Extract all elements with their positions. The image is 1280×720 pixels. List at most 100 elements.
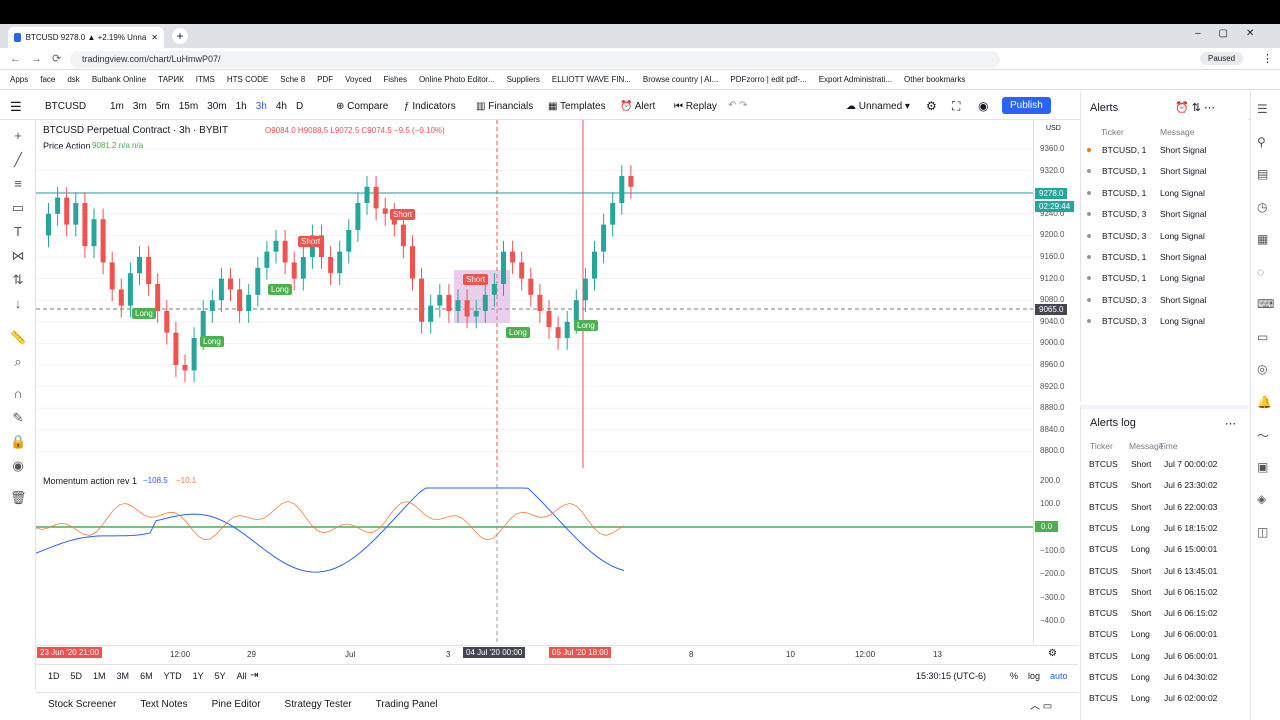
window-controls[interactable]: –▢✕ [1195, 28, 1272, 39]
alert-ticker[interactable]: BTCUSD, 1 [1102, 145, 1146, 155]
range-option[interactable]: All [237, 671, 247, 681]
right-sidebar-icon[interactable]: ◷ [1257, 200, 1267, 214]
right-sidebar-icon[interactable]: 〜 [1257, 427, 1269, 444]
zoom-icon[interactable]: ⌕ [10, 354, 26, 370]
range-selector[interactable]: 1D 5D 1M 3M 6M YTD 1Y 5Y All [48, 671, 247, 681]
bookmark-item[interactable]: Suppliers [507, 75, 540, 84]
interval-option[interactable]: 30m [207, 101, 226, 112]
browser-menu-icon[interactable]: ⋮ [1262, 52, 1273, 65]
bookmark-item[interactable]: dsk [67, 75, 79, 84]
bookmark-item[interactable]: Other bookmarks [904, 75, 965, 84]
right-sidebar-icon[interactable]: ◎ [1257, 362, 1267, 376]
interval-option[interactable]: 1h [236, 101, 247, 112]
bookmark-item[interactable]: PDF [317, 75, 333, 84]
price-chart[interactable] [36, 120, 1033, 468]
close-tab-icon[interactable]: ✕ [151, 33, 158, 42]
new-tab-button[interactable]: + [172, 28, 188, 44]
scale-option[interactable]: % [1010, 671, 1018, 681]
bookmark-item[interactable]: Voyced [345, 75, 371, 84]
alert-ticker[interactable]: BTCUSD, 3 [1102, 231, 1146, 241]
range-option[interactable]: 3M [117, 671, 130, 681]
right-sidebar-icon[interactable]: ◌ [1257, 265, 1264, 279]
right-sidebar-icon[interactable]: ◫ [1257, 525, 1268, 539]
bookmark-item[interactable]: face [40, 75, 55, 84]
add-alert-icon[interactable]: ⏰ ⇅ ⋯ [1175, 101, 1215, 114]
right-sidebar-icon[interactable]: ☰ [1257, 102, 1268, 116]
arrow-down-icon[interactable]: ↓ [10, 296, 26, 312]
interval-option[interactable]: 4h [276, 101, 287, 112]
bottom-tab[interactable]: Trading Panel [376, 699, 438, 710]
bookmark-item[interactable]: HTS CODE [227, 75, 268, 84]
scale-option[interactable]: log [1028, 671, 1040, 681]
publish-button[interactable]: Publish [1002, 97, 1051, 114]
alert-message[interactable]: Long Signal [1160, 316, 1205, 326]
goto-date-icon[interactable]: ⇥ [250, 670, 258, 681]
fib-icon[interactable]: ≡ [10, 176, 26, 192]
financials-button[interactable]: ▥ Financials [476, 101, 533, 112]
pencil-icon[interactable]: ✎ [10, 410, 26, 426]
interval-selector[interactable]: 1m 3m 5m 15m 30m 1h 3h 4h D [110, 101, 303, 112]
bottom-tab[interactable]: Stock Screener [48, 699, 116, 710]
bookmark-item[interactable]: Browse country | AI... [643, 75, 718, 84]
right-sidebar-icon[interactable]: ⌨ [1257, 297, 1274, 311]
scale-option[interactable]: auto [1050, 671, 1068, 681]
text-icon[interactable]: T [10, 224, 26, 240]
settings-icon[interactable]: ⚙ [926, 99, 937, 113]
interval-option[interactable]: 3h [256, 101, 267, 112]
compare-button[interactable]: ⊕ Compare [336, 101, 388, 112]
ruler-icon[interactable]: 📏 [10, 330, 26, 346]
bottom-tabs[interactable]: Stock Screener Text Notes Pine Editor Strat… [48, 699, 438, 710]
templates-button[interactable]: ▦ Templates [548, 101, 606, 112]
right-sidebar-icon[interactable]: ▣ [1257, 460, 1268, 474]
range-option[interactable]: 6M [140, 671, 153, 681]
lock-icon[interactable]: 🔒 [10, 434, 26, 450]
alert-message[interactable]: Short Signal [1160, 295, 1206, 305]
replay-button[interactable]: ⏮ Replay [674, 101, 717, 112]
alert-ticker[interactable]: BTCUSD, 1 [1102, 188, 1146, 198]
range-option[interactable]: 5D [71, 671, 83, 681]
bookmark-item[interactable]: Bulbank Online [92, 75, 146, 84]
trendline-icon[interactable]: ╱ [10, 152, 26, 168]
collapse-panel-icon[interactable]: ︿ ▭ [1030, 697, 1052, 712]
alerts-log-menu-icon[interactable]: ⋯ [1225, 417, 1236, 430]
alert-message[interactable]: Short Signal [1160, 166, 1206, 176]
alert-ticker[interactable]: BTCUSD, 3 [1102, 316, 1146, 326]
browser-tab[interactable]: BTCUSD 9278.0 ▲ +2.19% Unna ✕ [8, 27, 164, 48]
bookmark-item[interactable]: PDFzorro | edit pdf-... [730, 75, 806, 84]
alert-message[interactable]: Short Signal [1160, 145, 1206, 155]
alert-ticker[interactable]: BTCUSD, 1 [1102, 252, 1146, 262]
alert-ticker[interactable]: BTCUSD, 1 [1102, 166, 1146, 176]
alert-message[interactable]: Short Signal [1160, 252, 1206, 262]
interval-option[interactable]: 5m [156, 101, 170, 112]
interval-option[interactable]: 1m [110, 101, 124, 112]
bookmark-item[interactable]: Apps [10, 75, 28, 84]
range-option[interactable]: 1M [93, 671, 106, 681]
alert-message[interactable]: Long Signal [1160, 273, 1205, 283]
prediction-icon[interactable]: ⇅ [10, 272, 26, 288]
rectangle-icon[interactable]: ▭ [10, 200, 26, 216]
oscillator-chart[interactable] [36, 470, 1033, 645]
bottom-tab[interactable]: Strategy Tester [285, 699, 352, 710]
indicators-button[interactable]: ƒ Indicators [404, 101, 456, 112]
pattern-icon[interactable]: ⋈ [10, 248, 26, 264]
bottom-tab[interactable]: Text Notes [140, 699, 187, 710]
camera-icon[interactable]: ◉ [978, 99, 988, 113]
range-option[interactable]: 1Y [193, 671, 204, 681]
alert-ticker[interactable]: BTCUSD, 1 [1102, 273, 1146, 283]
bookmark-item[interactable]: ITMS [196, 75, 215, 84]
magnet-icon[interactable]: ∩ [10, 386, 26, 402]
layout-name[interactable]: ☁ Unnamed ▾ [846, 101, 910, 112]
bookmark-item[interactable]: ELLIOTT WAVE FIN... [552, 75, 631, 84]
interval-option[interactable]: 3m [133, 101, 147, 112]
symbol-search[interactable]: BTCUSD [45, 101, 86, 112]
scale-options[interactable]: % log auto [1010, 671, 1068, 681]
url-field[interactable]: tradingview.com/chart/LuHmwP07/ [70, 51, 1000, 68]
right-sidebar-icon[interactable]: ▦ [1257, 232, 1268, 246]
range-option[interactable]: 5Y [215, 671, 226, 681]
bottom-tab[interactable]: Pine Editor [212, 699, 261, 710]
undo-redo[interactable]: ↶ ↷ [728, 100, 748, 111]
eye-icon[interactable]: ◉ [10, 458, 26, 474]
profile-button[interactable]: Paused [1200, 52, 1244, 65]
menu-icon[interactable]: ☰ [10, 99, 22, 115]
right-sidebar-icon[interactable]: ▭ [1257, 330, 1268, 344]
